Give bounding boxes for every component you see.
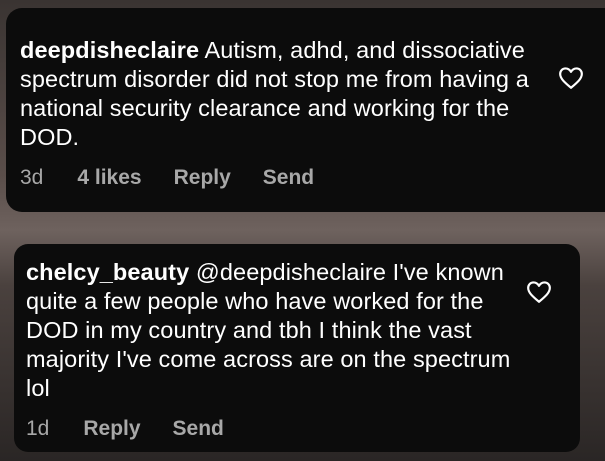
send-button[interactable]: Send (173, 417, 224, 441)
comment-time: 3d (20, 166, 44, 189)
comment-meta: 1d Reply Send (26, 417, 516, 441)
send-button[interactable]: Send (263, 166, 314, 190)
reply-button[interactable]: Reply (174, 166, 231, 190)
likes-count[interactable]: 4 likes (77, 166, 141, 190)
comment-meta: 3d 4 likes Reply Send (20, 166, 531, 190)
comment-username[interactable]: deepdisheclaire (20, 37, 199, 63)
comment-username[interactable]: chelcy_beauty (26, 259, 189, 285)
heart-outline-icon[interactable] (526, 280, 552, 304)
comment-body: chelcy_beauty @deepdisheclaire I've know… (26, 258, 516, 403)
comment-time: 1d (26, 417, 50, 440)
heart-outline-icon[interactable] (558, 66, 584, 90)
reply-button[interactable]: Reply (83, 417, 140, 441)
comment-card: deepdisheclaire Autism, adhd, and dissoc… (6, 8, 605, 212)
comment-body: deepdisheclaire Autism, adhd, and dissoc… (20, 36, 531, 152)
comment-card: chelcy_beauty @deepdisheclaire I've know… (14, 244, 580, 452)
